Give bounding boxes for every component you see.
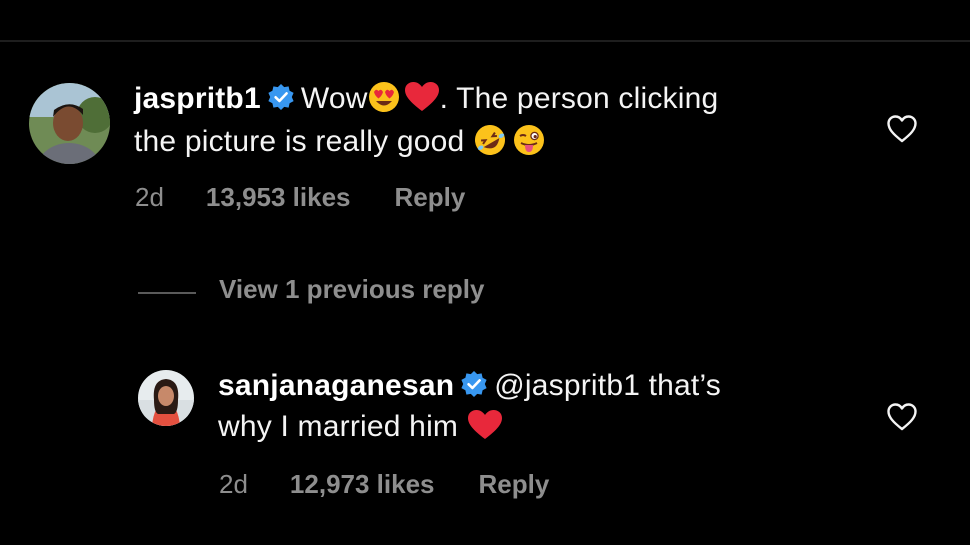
comment-text-part: . The person clicking (439, 82, 719, 115)
username[interactable]: sanjanaganesan (218, 369, 454, 402)
avatar[interactable] (29, 83, 110, 164)
comment-time: 2d (135, 182, 164, 212)
username[interactable]: jaspritb1 (134, 82, 261, 115)
like-heart-icon[interactable] (886, 114, 918, 149)
mention-text[interactable]: @jaspritb1 that’s (494, 369, 721, 402)
comment-text-part: the picture is really good (134, 125, 465, 158)
red-heart-emoji-icon (404, 81, 440, 123)
reply-button[interactable]: Reply (395, 182, 466, 213)
comment-text: sanjanaganesan @jaspritb1 that’s why I mar… (218, 367, 868, 451)
red-heart-emoji-icon (467, 409, 503, 451)
comment-meta: 2d 12,973 likes Reply (219, 469, 549, 500)
likes-count[interactable]: 12,973 likes (290, 469, 435, 500)
comment-text-part: Wow (300, 82, 368, 115)
likes-count[interactable]: 13,953 likes (206, 182, 351, 213)
view-replies-label: View 1 previous reply (219, 274, 485, 304)
comment-text-part: why I married him (218, 410, 459, 443)
reply-button[interactable]: Reply (479, 469, 550, 500)
heart-eyes-emoji-icon (368, 81, 400, 123)
header-divider (0, 40, 970, 42)
winking-tongue-emoji-icon (513, 124, 545, 166)
verified-badge-icon (460, 370, 488, 408)
comment-meta: 2d 13,953 likes Reply (135, 182, 465, 213)
verified-badge-icon (267, 83, 295, 121)
like-heart-icon[interactable] (886, 402, 918, 437)
avatar[interactable] (138, 370, 194, 426)
comment-text: jaspritb1 Wow . The person clicking the pic… (134, 80, 854, 166)
rolling-laughing-emoji-icon (473, 124, 507, 166)
replies-divider-line (138, 292, 196, 294)
comment-time: 2d (219, 469, 248, 499)
